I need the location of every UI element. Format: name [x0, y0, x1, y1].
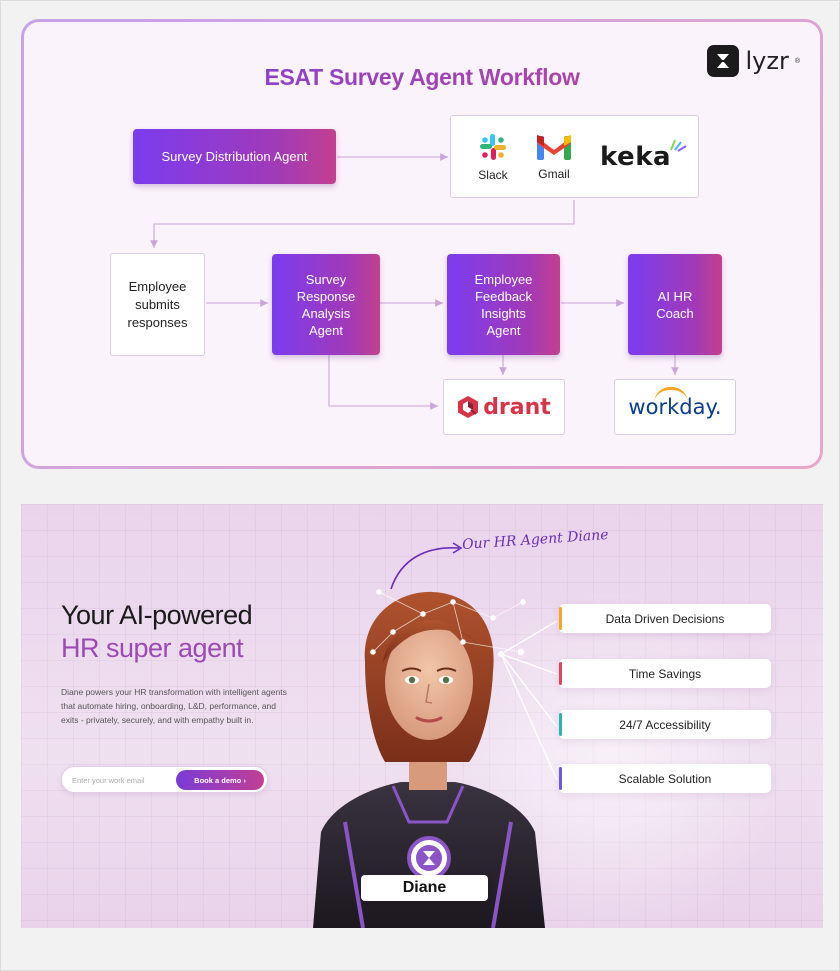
- analysis-line-1: Survey: [305, 271, 347, 287]
- agent-name-tag: Diane: [361, 875, 488, 901]
- feature-label: Scalable Solution: [618, 771, 712, 786]
- qdrant-logo: drant: [457, 395, 551, 420]
- book-demo-button[interactable]: Book a demo ›: [176, 770, 264, 790]
- feature-data-driven-decisions: Data Driven Decisions: [559, 604, 771, 633]
- workflow-title: ESAT Survey Agent Workflow: [24, 64, 820, 91]
- employee-feedback-insights-agent-node: Employee Feedback Insights Agent: [447, 254, 560, 355]
- hero-description: Diane powers your HR transformation with…: [61, 687, 287, 725]
- lyzr-mark-icon: [707, 45, 740, 77]
- feature-accent-bar: [559, 662, 562, 685]
- insights-line-2: Feedback: [474, 288, 533, 304]
- email-signup-form: Book a demo ›: [61, 766, 268, 793]
- keka-wordmark: keka: [599, 141, 672, 172]
- insights-line-4: Agent: [486, 322, 521, 338]
- feature-label: Data Driven Decisions: [605, 611, 725, 626]
- analysis-line-3: Analysis: [301, 305, 351, 321]
- workflow-card: ESAT Survey Agent Workflow lyzr ® Survey …: [21, 19, 823, 469]
- qdrant-wordmark: drant: [483, 394, 551, 420]
- qdrant-box: drant: [443, 379, 565, 435]
- feature-scalable-solution: Scalable Solution: [559, 764, 771, 793]
- arrow-analysis-to-qdrant: [328, 355, 438, 410]
- feature-label: Time Savings: [628, 666, 702, 681]
- ai-hr-coach-node: AI HR Coach: [628, 254, 722, 355]
- page: ESAT Survey Agent Workflow lyzr ® Survey …: [0, 0, 840, 971]
- gmail-tool: Gmail: [536, 133, 572, 181]
- analysis-line-2: Response: [296, 288, 356, 304]
- employee-line-2: submits: [135, 296, 180, 312]
- feature-accent-bar: [559, 607, 562, 630]
- tools-box: Slack Gmail keka: [450, 115, 699, 198]
- hero-title-line-1: Your AI-powered: [61, 600, 253, 630]
- node-label: Survey Distribution Agent: [161, 149, 308, 164]
- feature-accent-bar: [559, 767, 562, 790]
- workflow-card-inner: ESAT Survey Agent Workflow lyzr ® Survey …: [24, 22, 820, 466]
- feature-label: 24/7 Accessibility: [619, 717, 711, 732]
- slack-label: Slack: [478, 167, 508, 182]
- survey-distribution-agent-node: Survey Distribution Agent: [133, 129, 336, 184]
- employee-submits-node: Employee submits responses: [110, 253, 205, 356]
- gmail-label: Gmail: [538, 166, 570, 181]
- hero-banner: Our HR Agent Diane Your AI-powered HR su…: [21, 504, 823, 928]
- keka-logo: keka: [599, 139, 687, 172]
- lyzr-logo: lyzr ®: [707, 45, 800, 77]
- workday-box: workday.: [614, 379, 736, 435]
- slack-tool: Slack: [478, 132, 508, 182]
- coach-line-2: Coach: [656, 305, 694, 321]
- work-email-input[interactable]: [72, 772, 172, 788]
- employee-line-1: Employee: [128, 278, 187, 294]
- hero-title-line-2: HR super agent: [61, 633, 244, 663]
- keka-spark-icon: [670, 139, 687, 152]
- feature-accent-bar: [559, 713, 562, 736]
- employee-line-3: responses: [127, 314, 188, 330]
- coach-line-1: AI HR: [657, 288, 693, 304]
- feature-time-savings: Time Savings: [559, 659, 771, 688]
- qdrant-icon: [458, 396, 479, 418]
- workday-logo: workday.: [628, 387, 722, 419]
- feature-24-7-accessibility: 24/7 Accessibility: [559, 710, 771, 739]
- slack-icon: [479, 133, 506, 160]
- gmail-icon: [536, 134, 571, 160]
- workday-arc-icon: [654, 387, 689, 403]
- survey-response-analysis-agent-node: Survey Response Analysis Agent: [272, 254, 380, 355]
- arrow-tools-to-employee: [150, 200, 575, 248]
- insights-line-1: Employee: [474, 271, 533, 287]
- lyzr-wordmark: lyzr: [745, 47, 789, 75]
- analysis-line-4: Agent: [309, 322, 343, 338]
- insights-line-3: Insights: [481, 305, 526, 321]
